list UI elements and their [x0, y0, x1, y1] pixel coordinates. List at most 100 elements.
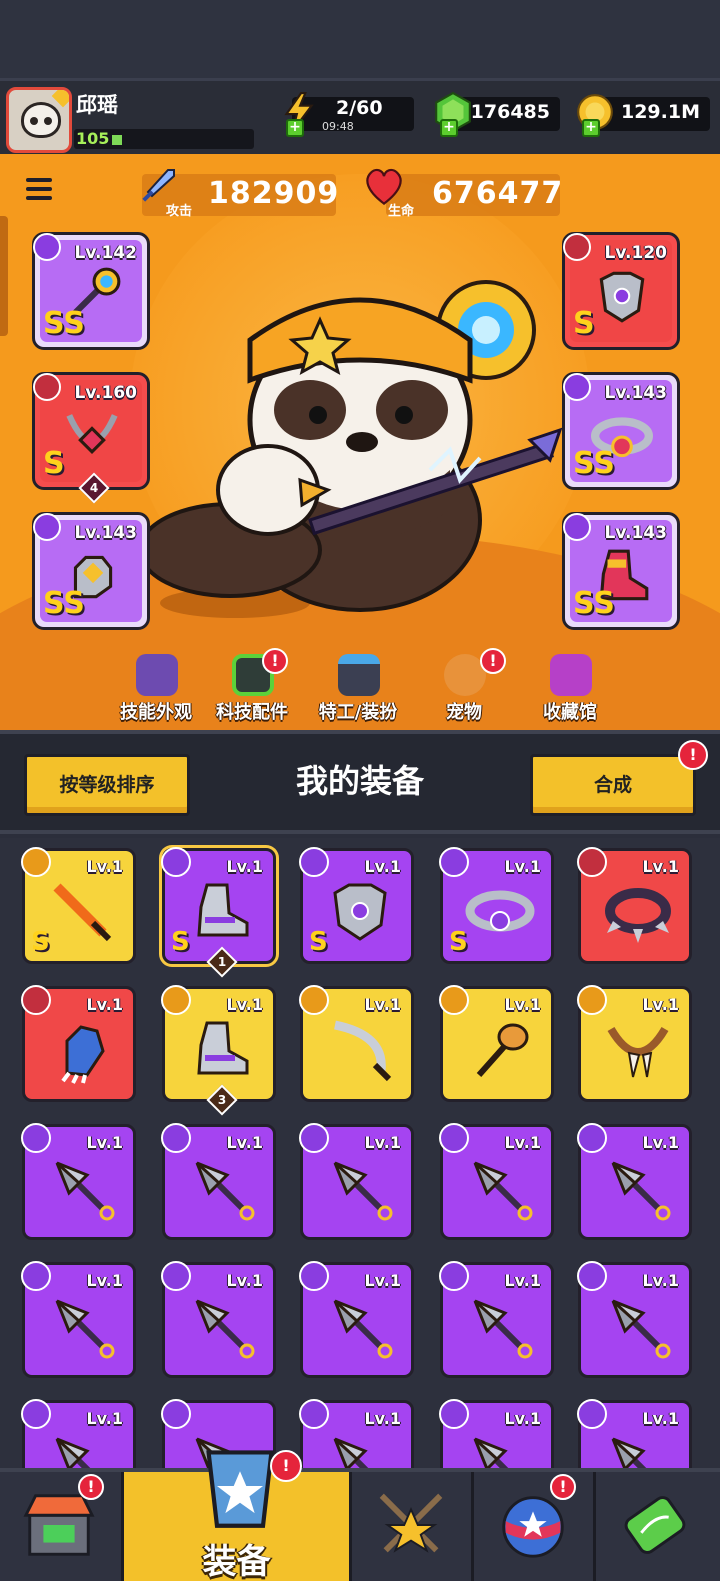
- nav-label: 科技配件: [216, 702, 288, 723]
- inventory-item[interactable]: Lv.1: [577, 1123, 692, 1240]
- item-level: Lv.1: [86, 1133, 123, 1152]
- nav-shop[interactable]: !: [0, 1472, 124, 1581]
- hp-value: 676477: [432, 176, 564, 211]
- nav-agent-costume[interactable]: 特工/装扮: [308, 646, 408, 730]
- item-level: Lv.1: [86, 857, 123, 876]
- nav-talent[interactable]: !: [474, 1472, 596, 1581]
- armor-category-icon: [563, 233, 591, 261]
- nav-evolution[interactable]: [596, 1472, 720, 1581]
- necklace-icon: [66, 414, 118, 455]
- item-level: Lv.1: [86, 1271, 123, 1290]
- slot-rank: S: [573, 306, 595, 341]
- inventory-item[interactable]: Lv.1: [577, 985, 692, 1102]
- inventory-item[interactable]: Lv.1 S: [439, 847, 554, 964]
- inventory-item[interactable]: Lv.1 S: [21, 847, 136, 964]
- inventory-item[interactable]: Lv.1: [299, 1261, 414, 1378]
- gem-counter[interactable]: + 176485: [435, 91, 560, 137]
- item-category-icon: [161, 1399, 191, 1429]
- equip-slot-necklace[interactable]: Lv.160 S 4: [32, 372, 150, 504]
- inventory-item[interactable]: Lv.1: [21, 985, 136, 1102]
- craft-alert-icon: !: [678, 740, 708, 770]
- inventory-item[interactable]: Lv.1: [577, 847, 692, 964]
- menu-icon[interactable]: [22, 174, 56, 204]
- item-level: Lv.1: [504, 1133, 541, 1152]
- equip-slot-glove[interactable]: Lv.143 SS: [32, 512, 150, 630]
- boots-icon: [197, 883, 249, 937]
- inventory-item[interactable]: Lv.1: [299, 1399, 414, 1468]
- inventory-item[interactable]: Lv.1: [161, 1261, 276, 1378]
- item-category-icon: [21, 1399, 51, 1429]
- item-level: Lv.1: [642, 995, 679, 1014]
- item-category-icon: [161, 847, 191, 877]
- nav-label: 技能外观: [120, 702, 192, 723]
- equip-slot-weapon[interactable]: Lv.142 SS: [32, 232, 150, 350]
- agent-icon: [338, 654, 380, 696]
- item-level: Lv.1: [226, 1133, 263, 1152]
- item-category-icon: [299, 985, 329, 1015]
- coin-counter[interactable]: + 129.1M: [577, 94, 710, 137]
- inventory-item[interactable]: Lv.1: [439, 985, 554, 1102]
- add-coins-icon[interactable]: +: [582, 119, 600, 137]
- belt-icon: [465, 890, 535, 932]
- side-drawer-tab[interactable]: [0, 216, 8, 336]
- inventory-item[interactable]: Lv.1 3: [161, 985, 276, 1116]
- add-energy-icon[interactable]: +: [286, 119, 304, 137]
- item-category-icon: [21, 1123, 51, 1153]
- item-category-icon: [299, 1123, 329, 1153]
- nav-tech-parts[interactable]: ! 科技配件: [202, 646, 302, 730]
- hp-label: 生命: [388, 204, 415, 219]
- inventory-item[interactable]: Lv.1: [439, 1261, 554, 1378]
- kunai-icon: [611, 1437, 647, 1468]
- panda-avatar-icon: [21, 102, 61, 138]
- item-category-icon: [299, 847, 329, 877]
- item-level: Lv.1: [226, 995, 263, 1014]
- inventory-item[interactable]: Lv.1: [577, 1261, 692, 1378]
- crown-icon: [51, 90, 69, 108]
- item-category-icon: [161, 1123, 191, 1153]
- status-bar-area: [0, 0, 720, 78]
- inventory-item[interactable]: Lv.1 S: [299, 847, 414, 964]
- player-avatar[interactable]: [6, 87, 72, 153]
- item-category-icon: [577, 847, 607, 877]
- inventory-item[interactable]: Lv.1: [161, 1123, 276, 1240]
- glove-category-icon: [33, 513, 61, 541]
- nav-pets[interactable]: ! 宠物: [414, 646, 514, 730]
- add-gems-icon[interactable]: +: [440, 119, 458, 137]
- nav-collection[interactable]: 收藏馆: [520, 646, 620, 730]
- craft-button[interactable]: 合成: [530, 754, 696, 816]
- item-level: Lv.1: [504, 995, 541, 1014]
- inventory-item[interactable]: Lv.1: [299, 1123, 414, 1240]
- necklace-category-icon: [33, 373, 61, 401]
- player-level-bar: 105: [74, 129, 254, 149]
- collection-icon: [550, 654, 592, 696]
- inventory-item[interactable]: Lv.1: [439, 1399, 554, 1468]
- inventory-item[interactable]: Lv.1: [299, 985, 414, 1102]
- item-level: Lv.1: [364, 995, 401, 1014]
- coin-value: 129.1M: [620, 101, 700, 123]
- inventory-item[interactable]: Lv.1: [21, 1399, 136, 1468]
- nav-battle[interactable]: [352, 1472, 474, 1581]
- equip-slot-boots[interactable]: Lv.143 SS: [562, 512, 680, 630]
- hero-panel: 攻击 182909 生命 676477 Lv.142 SS Lv.160 S 4…: [0, 154, 720, 730]
- energy-counter[interactable]: + 2/60 09:48: [284, 92, 414, 137]
- inventory-item[interactable]: Lv.1: [21, 1123, 136, 1240]
- inventory-item[interactable]: Lv.1: [439, 1123, 554, 1240]
- item-level: Lv.1: [642, 1409, 679, 1428]
- inventory-item[interactable]: Lv.1: [21, 1261, 136, 1378]
- equip-slot-belt[interactable]: Lv.143 SS: [562, 372, 680, 490]
- sword-icon: [53, 883, 112, 942]
- top-bar: 邱瑶 105 + 2/60 09:48 + 176485 + 129.1M: [0, 78, 720, 154]
- nav-equipment[interactable]: ! 装备: [124, 1450, 352, 1581]
- equip-slot-armor[interactable]: Lv.120 S: [562, 232, 680, 350]
- slot-level: Lv.160: [74, 383, 137, 403]
- nav-skill-skins[interactable]: 技能外观: [106, 646, 206, 730]
- inventory-item[interactable]: Lv.1: [577, 1399, 692, 1468]
- item-level: Lv.1: [504, 857, 541, 876]
- slot-level: Lv.143: [74, 523, 137, 543]
- kunai-icon: [55, 1161, 115, 1221]
- inventory-item[interactable]: Lv.1 S 1: [161, 847, 276, 978]
- slot-level: Lv.143: [604, 383, 667, 403]
- item-category-icon: [439, 1123, 469, 1153]
- kunai-icon: [473, 1161, 533, 1221]
- sort-by-level-button[interactable]: 按等级排序: [24, 754, 190, 816]
